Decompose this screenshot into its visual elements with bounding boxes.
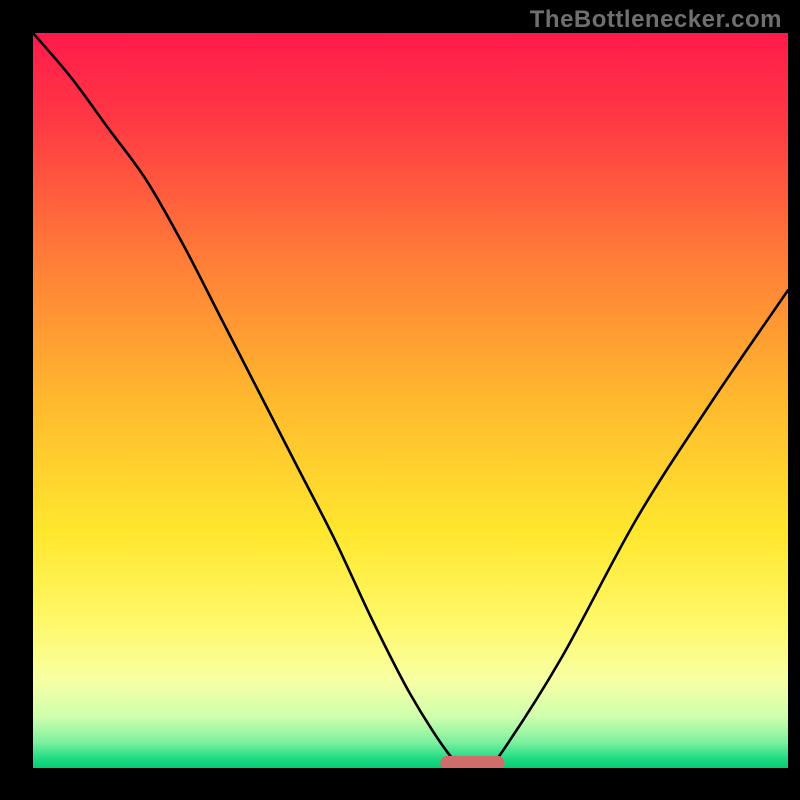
watermark-text: TheBottlenecker.com	[530, 6, 782, 34]
right-border	[788, 0, 800, 800]
chart-frame: TheBottlenecker.com	[0, 0, 800, 800]
bottom-border	[0, 768, 800, 800]
plot-background	[33, 33, 788, 768]
bottleneck-chart	[0, 0, 800, 800]
left-border	[0, 0, 33, 800]
optimal-marker	[440, 756, 504, 770]
